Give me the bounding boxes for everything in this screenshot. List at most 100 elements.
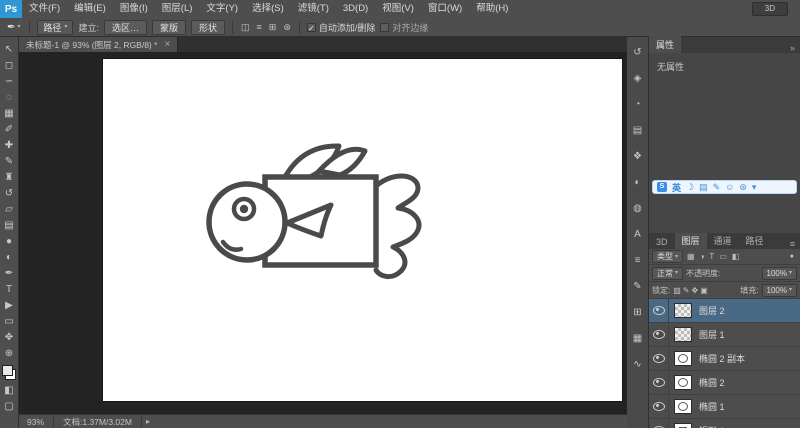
color-swatches[interactable] <box>2 365 16 380</box>
eyedropper-tool[interactable]: ✐ <box>0 121 18 137</box>
marquee-tool[interactable]: ◻ <box>0 57 18 73</box>
crop-tool[interactable]: ▦ <box>0 105 18 121</box>
menu-3d[interactable]: 3D(D) <box>336 0 375 18</box>
lock-transparency-icon[interactable]: ▨ <box>673 286 681 295</box>
layer-thumbnail[interactable] <box>674 399 692 414</box>
fill-field[interactable]: 100% ▾ <box>761 283 797 297</box>
menu-file[interactable]: 文件(F) <box>22 0 67 18</box>
ime-keyboard-icon[interactable]: ▤ <box>699 182 708 192</box>
lock-position-icon[interactable]: ✥ <box>692 286 699 295</box>
clone-stamp-tool[interactable]: ♜ <box>0 169 18 185</box>
menu-image[interactable]: 图像(I) <box>113 0 155 18</box>
ime-handwrite-icon[interactable]: ✎ <box>713 182 721 192</box>
notes-panel-icon[interactable]: ▦ <box>630 332 646 345</box>
visibility-toggle[interactable] <box>649 395 669 418</box>
info-panel-icon[interactable]: ◍ <box>630 202 646 215</box>
blur-tool[interactable]: ● <box>0 233 18 249</box>
menu-filter[interactable]: 滤镜(T) <box>291 0 336 18</box>
ime-toolbar[interactable]: S 英 ☽ ▤ ✎ ☺ ⊛ ▾ <box>652 180 797 194</box>
filter-toggle-icon[interactable]: ● <box>790 253 797 260</box>
status-menu-arrow-icon[interactable]: ▸ <box>142 417 154 426</box>
layer-row[interactable]: 椭圆 2 副本 <box>649 347 800 371</box>
lasso-tool[interactable]: ∽ <box>0 73 18 89</box>
ime-mode-icon[interactable]: ☽ <box>686 182 694 192</box>
type-tool[interactable]: T <box>0 281 18 297</box>
quick-mask-button[interactable]: ◧ <box>0 382 18 398</box>
gear-icon[interactable]: ⊛ <box>282 22 292 33</box>
auto-add-delete-checkbox[interactable]: ✓ 自动添加/删除 <box>306 21 375 34</box>
layer-thumbnail[interactable] <box>674 375 692 390</box>
tool-mode-select[interactable]: 路径 ▾ <box>37 19 74 35</box>
visibility-toggle[interactable] <box>649 371 669 394</box>
menu-window[interactable]: 窗口(W) <box>421 0 469 18</box>
brush-panel-icon[interactable]: ✎ <box>630 280 646 293</box>
layer-row[interactable]: 椭圆 1 <box>649 395 800 419</box>
navigator-panel-icon[interactable]: ◈ <box>630 72 646 85</box>
tab-properties[interactable]: 属性 <box>649 36 682 53</box>
layer-row[interactable]: 图层 1 <box>649 323 800 347</box>
tool-preset-picker[interactable]: ✒ ▾ <box>5 22 22 33</box>
app-logo[interactable]: Ps <box>0 0 22 18</box>
brush-tool[interactable]: ✎ <box>0 153 18 169</box>
menu-layer[interactable]: 图层(L) <box>155 0 200 18</box>
color-panel-icon[interactable]: ◔ <box>630 98 646 111</box>
move-tool[interactable]: ↖ <box>0 41 18 57</box>
filter-type-icon[interactable]: T <box>708 252 715 261</box>
menu-edit[interactable]: 编辑(E) <box>67 0 113 18</box>
menu-select[interactable]: 选择(S) <box>245 0 291 18</box>
tab-layers[interactable]: 图层 <box>674 233 707 249</box>
lock-all-icon[interactable]: ▣ <box>700 286 708 295</box>
ime-language-indicator[interactable]: 英 <box>672 181 681 194</box>
paragraph-panel-icon[interactable]: ≡ <box>630 254 646 267</box>
ime-more-icon[interactable]: ▾ <box>752 182 757 192</box>
menu-view[interactable]: 视图(V) <box>375 0 421 18</box>
filter-pixel-icon[interactable]: ▦ <box>686 252 696 261</box>
visibility-toggle[interactable] <box>649 323 669 346</box>
path-arrange-icon[interactable]: ⊞ <box>268 22 278 33</box>
make-shape-button[interactable]: 形状 <box>190 19 225 35</box>
visibility-toggle[interactable] <box>649 299 669 322</box>
layer-thumbnail[interactable] <box>674 423 692 428</box>
make-mask-button[interactable]: 蒙版 <box>151 19 186 35</box>
collapse-panels-icon[interactable]: » <box>785 43 800 53</box>
foreground-color-swatch[interactable] <box>2 365 13 376</box>
character-panel-icon[interactable]: A <box>630 228 646 241</box>
document-tab[interactable]: 未标题-1 @ 93% (图层 2, RGB/8) * × <box>19 37 179 52</box>
timeline-panel-icon[interactable]: ∿ <box>630 358 646 371</box>
screen-mode-button[interactable]: ▢ <box>0 398 18 414</box>
path-selection-tool[interactable]: ▶ <box>0 297 18 313</box>
layer-thumbnail[interactable] <box>674 303 692 318</box>
visibility-toggle[interactable] <box>649 347 669 370</box>
visibility-toggle[interactable] <box>649 419 669 428</box>
layer-row[interactable]: 图层 2 <box>649 299 800 323</box>
lock-pixels-icon[interactable]: ✎ <box>683 286 690 295</box>
hand-tool[interactable]: ✥ <box>0 329 18 345</box>
tab-3d[interactable]: 3D <box>649 235 675 249</box>
layer-thumbnail[interactable] <box>674 327 692 342</box>
history-brush-tool[interactable]: ↺ <box>0 185 18 201</box>
eraser-tool[interactable]: ▱ <box>0 201 18 217</box>
layer-row[interactable]: 椭圆 2 <box>649 371 800 395</box>
menu-type[interactable]: 文字(Y) <box>199 0 245 18</box>
path-alignment-icon[interactable]: ≡ <box>256 22 263 32</box>
adjustments-panel-icon[interactable]: ◐ <box>630 176 646 189</box>
gradient-tool[interactable]: ▤ <box>0 217 18 233</box>
clone-source-panel-icon[interactable]: ⊞ <box>630 306 646 319</box>
make-selection-button[interactable]: 选区… <box>103 19 147 35</box>
tab-channels[interactable]: 通道 <box>707 233 739 249</box>
opacity-field[interactable]: 100% ▾ <box>761 266 797 280</box>
workspace-button[interactable]: 3D <box>751 2 788 16</box>
path-operations-icon[interactable]: ◫ <box>240 22 251 33</box>
styles-panel-icon[interactable]: ❖ <box>630 150 646 163</box>
filter-smart-object-icon[interactable]: ◧ <box>731 252 741 261</box>
dodge-tool[interactable]: ◐ <box>0 249 18 265</box>
zoom-tool[interactable]: ⊕ <box>0 345 18 361</box>
tab-paths[interactable]: 路径 <box>739 233 771 249</box>
history-panel-icon[interactable]: ↺ <box>630 46 646 59</box>
ime-emoji-icon[interactable]: ☺ <box>725 182 734 192</box>
canvas[interactable] <box>103 59 622 401</box>
filter-shape-icon[interactable]: ▭ <box>718 252 728 261</box>
shape-tool[interactable]: ▭ <box>0 313 18 329</box>
filter-type-select[interactable]: 类型 ▾ <box>652 250 684 263</box>
menu-help[interactable]: 帮助(H) <box>469 0 515 18</box>
